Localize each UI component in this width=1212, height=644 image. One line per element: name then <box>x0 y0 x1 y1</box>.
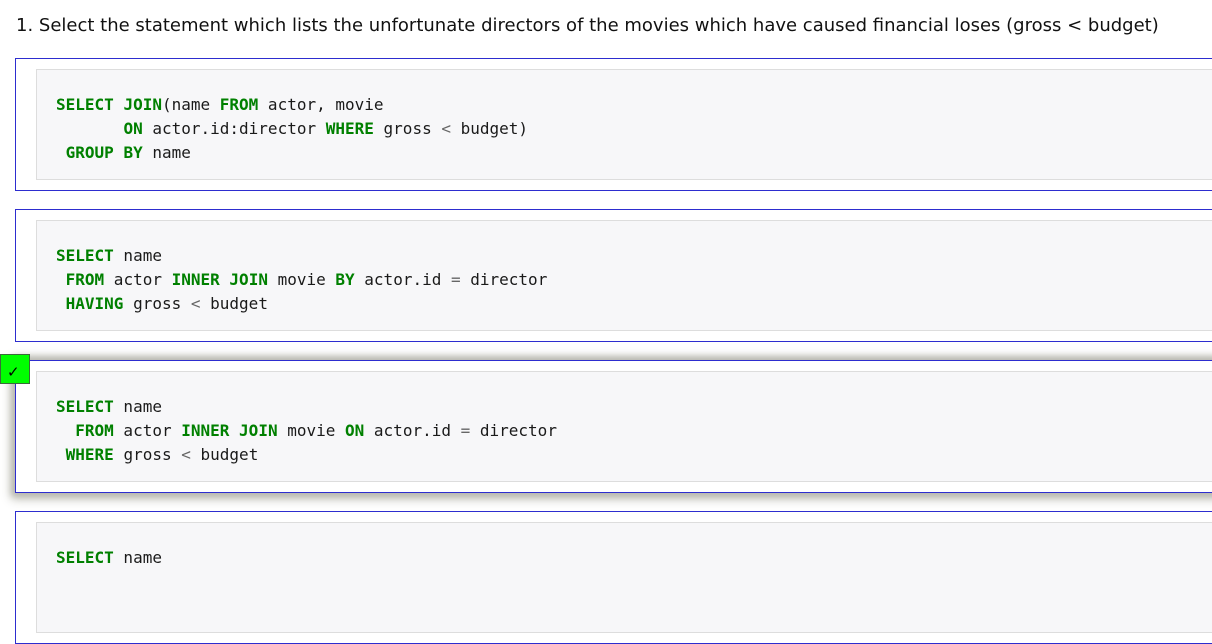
sql-code: SELECT name FROM actor INNER JOIN movie … <box>56 397 557 464</box>
answer-option-1[interactable]: SELECT JOIN(name FROM actor, movie ON ac… <box>15 58 1212 191</box>
sql-code: SELECT JOIN(name FROM actor, movie ON ac… <box>56 95 529 162</box>
question-text: 1. Select the statement which lists the … <box>16 15 1159 36</box>
code-block: SELECT JOIN(name FROM actor, movie ON ac… <box>36 69 1212 180</box>
code-block: SELECT name <box>36 522 1212 633</box>
correct-check-icon: ✓ <box>0 354 30 384</box>
answer-option-2[interactable]: SELECT name FROM actor INNER JOIN movie … <box>15 209 1212 342</box>
sql-code: SELECT name FROM actor INNER JOIN movie … <box>56 246 548 313</box>
sql-code: SELECT name <box>56 548 162 567</box>
answer-option-3[interactable]: SELECT name FROM actor INNER JOIN movie … <box>15 360 1212 493</box>
code-block: SELECT name FROM actor INNER JOIN movie … <box>36 220 1212 331</box>
answer-option-4[interactable]: SELECT name <box>15 511 1212 644</box>
code-block: SELECT name FROM actor INNER JOIN movie … <box>36 371 1212 482</box>
